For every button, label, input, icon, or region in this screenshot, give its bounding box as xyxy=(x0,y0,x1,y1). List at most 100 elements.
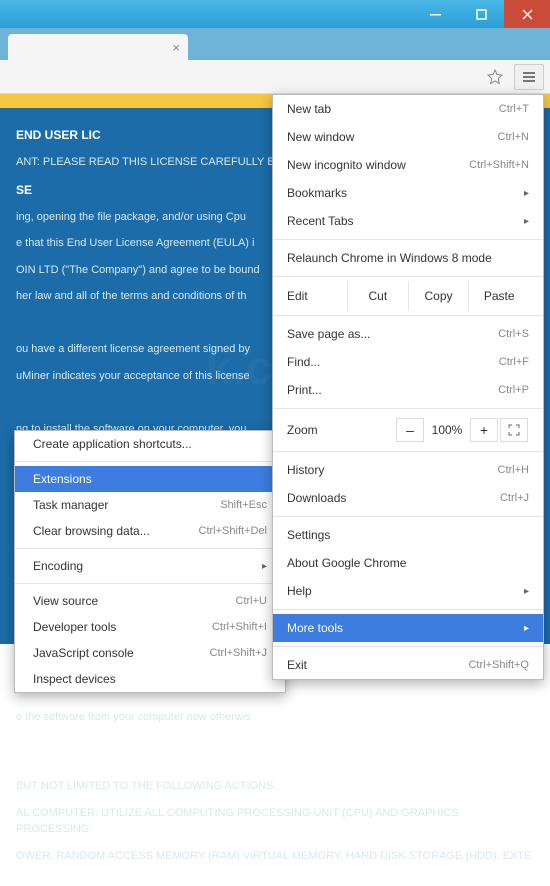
zoom-in-button[interactable]: + xyxy=(470,418,498,442)
shortcut: Ctrl+S xyxy=(498,328,529,340)
menu-label: Save page as... xyxy=(287,327,370,341)
menu-label: Relaunch Chrome in Windows 8 mode xyxy=(287,251,492,265)
menu-label: Downloads xyxy=(287,491,346,505)
content-text: BUT NOT LIMITED TO THE FOLLOWING ACTIONS xyxy=(16,778,534,795)
chevron-right-icon: ▸ xyxy=(262,561,267,572)
maximize-button[interactable] xyxy=(458,0,504,28)
separator xyxy=(273,239,543,240)
close-button[interactable] xyxy=(504,0,550,28)
shortcut: Ctrl+U xyxy=(236,595,267,607)
tab-close-icon[interactable]: × xyxy=(172,40,180,55)
menu-history[interactable]: HistoryCtrl+H xyxy=(273,456,543,484)
menu-label: Create application shortcuts... xyxy=(33,437,192,451)
menu-label: Clear browsing data... xyxy=(33,524,150,538)
separator xyxy=(273,451,543,452)
menu-help[interactable]: Help ▸ xyxy=(273,577,543,605)
chrome-menu-button[interactable] xyxy=(514,64,544,90)
chevron-right-icon: ▸ xyxy=(524,623,529,634)
shortcut: Ctrl+Shift+Q xyxy=(468,659,529,671)
cut-button[interactable]: Cut xyxy=(347,281,408,311)
menu-label: Inspect devices xyxy=(33,672,116,686)
menu-label: Find... xyxy=(287,355,320,369)
browser-tab[interactable]: × xyxy=(8,34,188,60)
zoom-value: 100% xyxy=(425,423,469,437)
content-text: e the software from your computer now ot… xyxy=(16,709,534,726)
separator xyxy=(273,315,543,316)
menu-exit[interactable]: Exit Ctrl+Shift+Q xyxy=(273,651,543,679)
menu-label: Help xyxy=(287,584,312,598)
chrome-main-menu: New tab Ctrl+T New window Ctrl+N New incog… xyxy=(272,94,544,680)
menu-incognito[interactable]: New incognito window Ctrl+Shift+N xyxy=(273,151,543,179)
shortcut: Ctrl+N xyxy=(498,131,529,143)
shortcut: Ctrl+Shift+I xyxy=(212,621,267,633)
shortcut: Ctrl+F xyxy=(499,356,529,368)
submenu-view-source[interactable]: View source Ctrl+U xyxy=(15,588,285,614)
menu-label: History xyxy=(287,463,324,477)
shortcut: Ctrl+Shift+Del xyxy=(199,525,267,537)
minimize-button[interactable] xyxy=(412,0,458,28)
more-tools-submenu: Create application shortcuts... Extensio… xyxy=(14,430,286,693)
shortcut: Ctrl+Shift+N xyxy=(469,159,529,171)
chevron-right-icon: ▸ xyxy=(524,188,529,199)
menu-edit-row: Edit Cut Copy Paste xyxy=(273,281,543,311)
paste-button[interactable]: Paste xyxy=(468,281,529,311)
chevron-right-icon: ▸ xyxy=(524,586,529,597)
menu-label: About Google Chrome xyxy=(287,556,406,570)
browser-toolbar xyxy=(0,60,550,94)
menu-relaunch[interactable]: Relaunch Chrome in Windows 8 mode xyxy=(273,244,543,272)
shortcut: Ctrl+J xyxy=(500,492,529,504)
separator xyxy=(15,583,285,584)
separator xyxy=(273,609,543,610)
separator xyxy=(273,516,543,517)
menu-label: New incognito window xyxy=(287,158,406,172)
menu-label: Edit xyxy=(287,289,347,303)
tab-strip: × xyxy=(0,28,550,60)
menu-new-tab[interactable]: New tab Ctrl+T xyxy=(273,95,543,123)
chevron-right-icon: ▸ xyxy=(524,216,529,227)
menu-label: Extensions xyxy=(33,472,92,486)
submenu-task-manager[interactable]: Task managerShift+Esc xyxy=(15,492,285,518)
fullscreen-button[interactable] xyxy=(500,418,528,442)
menu-zoom-row: Zoom – 100% + xyxy=(273,413,543,447)
submenu-clear-data[interactable]: Clear browsing data... Ctrl+Shift+Del xyxy=(15,518,285,544)
menu-bookmarks[interactable]: Bookmarks ▸ xyxy=(273,179,543,207)
shortcut: Ctrl+P xyxy=(498,384,529,396)
shortcut: Ctrl+T xyxy=(499,103,529,115)
menu-label: View source xyxy=(33,594,98,608)
menu-label: Encoding xyxy=(33,559,83,573)
menu-recent-tabs[interactable]: Recent Tabs ▸ xyxy=(273,207,543,235)
submenu-extensions[interactable]: Extensions xyxy=(15,466,285,492)
menu-label: Settings xyxy=(287,528,330,542)
submenu-dev-tools[interactable]: Developer tools Ctrl+Shift+I xyxy=(15,614,285,640)
menu-label: Recent Tabs xyxy=(287,214,354,228)
menu-save-page[interactable]: Save page as... Ctrl+S xyxy=(273,320,543,348)
submenu-create-shortcuts[interactable]: Create application shortcuts... xyxy=(15,431,285,457)
menu-label: New tab xyxy=(287,102,331,116)
menu-label: More tools xyxy=(287,621,343,635)
window-titlebar xyxy=(0,0,550,28)
menu-label: Bookmarks xyxy=(287,186,347,200)
separator xyxy=(273,408,543,409)
separator xyxy=(15,548,285,549)
menu-label: Task manager xyxy=(33,498,108,512)
menu-label: Exit xyxy=(287,658,307,672)
menu-about[interactable]: About Google Chrome xyxy=(273,549,543,577)
shortcut: Ctrl+Shift+J xyxy=(210,647,267,659)
menu-find[interactable]: Find... Ctrl+F xyxy=(273,348,543,376)
copy-button[interactable]: Copy xyxy=(408,281,469,311)
menu-settings[interactable]: Settings xyxy=(273,521,543,549)
zoom-out-button[interactable]: – xyxy=(396,418,424,442)
menu-label: New window xyxy=(287,130,354,144)
bookmark-star-icon[interactable] xyxy=(480,64,510,90)
submenu-encoding[interactable]: Encoding ▸ xyxy=(15,553,285,579)
content-text: AL COMPUTER: UTILIZE ALL COMPUTING PROCE… xyxy=(16,805,534,838)
menu-new-window[interactable]: New window Ctrl+N xyxy=(273,123,543,151)
menu-label: Zoom xyxy=(287,423,347,437)
menu-more-tools[interactable]: More tools ▸ xyxy=(273,614,543,642)
submenu-inspect-devices[interactable]: Inspect devices xyxy=(15,666,285,692)
separator xyxy=(15,461,285,462)
menu-print[interactable]: Print... Ctrl+P xyxy=(273,376,543,404)
menu-label: Developer tools xyxy=(33,620,116,634)
menu-downloads[interactable]: Downloads Ctrl+J xyxy=(273,484,543,512)
menu-label: Print... xyxy=(287,383,322,397)
